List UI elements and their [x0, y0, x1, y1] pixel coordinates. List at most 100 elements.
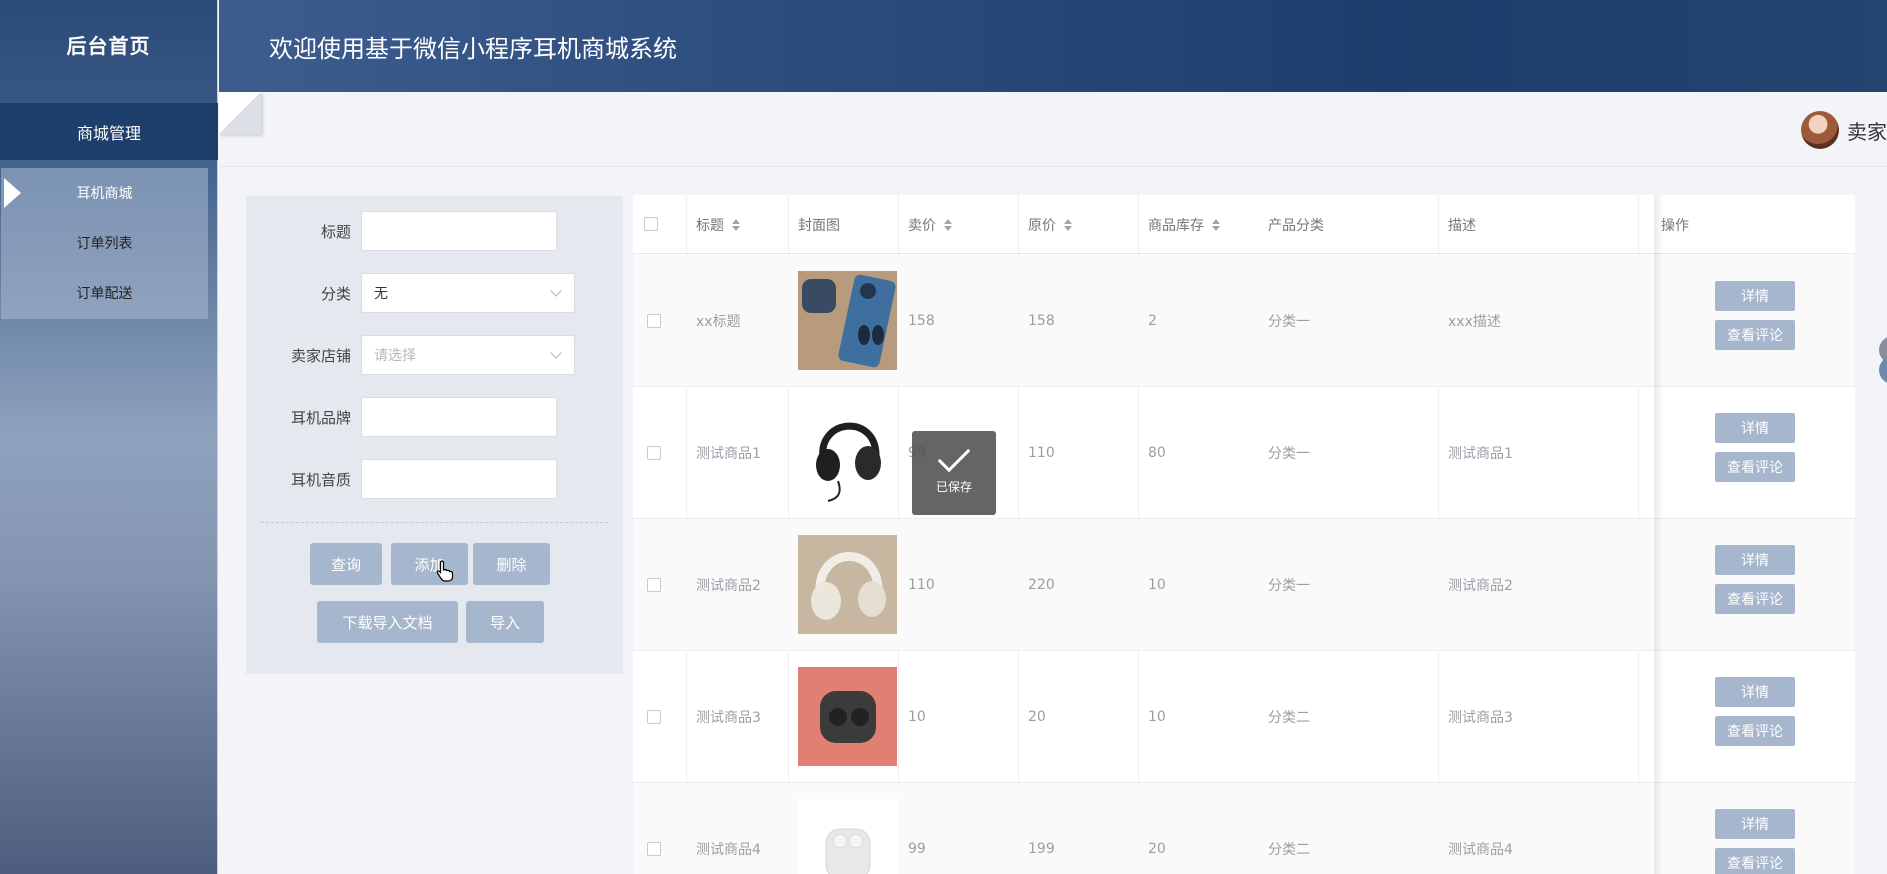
floating-widget-icon[interactable]	[1871, 330, 1887, 390]
sort-icon[interactable]	[944, 218, 952, 231]
view-reviews-button[interactable]: 查看评论	[1715, 716, 1795, 746]
cell-description: 测试商品1	[1448, 446, 1513, 462]
column-label: 封面图	[798, 217, 840, 234]
chevron-down-icon	[550, 285, 562, 297]
sidebar-item-order-list[interactable]: 订单列表	[1, 218, 208, 268]
row-checkbox[interactable]	[647, 710, 661, 724]
import-button[interactable]: 导入	[466, 601, 544, 643]
cell-title: 测试商品2	[696, 578, 761, 594]
shop-select[interactable]: 请选择	[361, 335, 575, 375]
white-earbuds-image[interactable]	[798, 799, 897, 874]
cell-original-price: 158	[1028, 313, 1055, 329]
delete-button[interactable]: 删除	[473, 543, 550, 585]
cell-title: 测试商品3	[696, 710, 761, 726]
sidebar-item-label: 耳机商城	[76, 186, 133, 202]
column-header-stock[interactable]: 商品库存	[1138, 195, 1220, 254]
filter-row-title: 标题	[246, 211, 623, 251]
title-input[interactable]	[361, 211, 557, 251]
column-label: 商品库存	[1148, 217, 1204, 234]
cell-stock: 10	[1148, 709, 1166, 725]
column-header-price[interactable]: 卖价	[898, 195, 952, 254]
row-checkbox[interactable]	[647, 446, 661, 460]
white-headphones-image[interactable]	[798, 535, 897, 634]
title-label: 标题	[320, 222, 351, 241]
cell-price: 110	[908, 577, 935, 593]
view-reviews-button[interactable]: 查看评论	[1715, 584, 1795, 614]
toast-text: 已保存	[935, 479, 972, 494]
column-header-cover: 封面图	[788, 195, 840, 254]
column-header-description: 描述	[1438, 195, 1476, 254]
detail-button[interactable]: 详情	[1715, 413, 1795, 443]
cell-stock: 80	[1148, 445, 1166, 461]
select-all-checkbox[interactable]	[644, 217, 658, 231]
sort-icon[interactable]	[1212, 218, 1220, 231]
divider	[261, 522, 608, 523]
sidebar-item-order-delivery[interactable]: 订单配送	[1, 268, 208, 318]
page-title: 欢迎使用基于微信小程序耳机商城系统	[269, 34, 677, 63]
cell-category: 分类二	[1268, 710, 1310, 726]
cell-title: 测试商品4	[696, 842, 761, 858]
cell-category: 分类一	[1268, 314, 1310, 330]
column-label: 描述	[1448, 217, 1476, 234]
brand-label: 耳机品牌	[290, 408, 351, 427]
category-select[interactable]: 无	[361, 273, 575, 313]
table-row: 测试商品3 10 20 10 分类二 测试商品3 详情 查看评论	[633, 651, 1855, 783]
hand-cursor-icon	[436, 560, 454, 582]
detail-button[interactable]: 详情	[1715, 545, 1795, 575]
sidebar-item-label: 订单配送	[76, 286, 133, 302]
cell-category: 分类一	[1268, 446, 1310, 462]
product-table: 标题 封面图 卖价 原价 商品库存 产品分类 描述 操作 xx标题 158 15…	[633, 195, 1855, 874]
brand-input[interactable]	[361, 397, 557, 437]
detail-button[interactable]: 详情	[1715, 809, 1795, 839]
download-template-button[interactable]: 下载导入文档	[317, 601, 458, 643]
saved-toast: 已保存	[912, 431, 996, 515]
add-button[interactable]: 添加	[391, 543, 468, 585]
earbuds-case-image[interactable]	[798, 667, 897, 766]
column-label: 原价	[1028, 217, 1056, 234]
column-header-title[interactable]: 标题	[686, 195, 740, 254]
quality-input[interactable]	[361, 459, 557, 499]
view-reviews-button[interactable]: 查看评论	[1715, 452, 1795, 482]
cell-title: 测试商品1	[696, 446, 761, 462]
cell-original-price: 20	[1028, 709, 1046, 725]
sort-icon[interactable]	[732, 218, 740, 231]
collapse-toggle-icon[interactable]	[219, 92, 261, 134]
cell-category: 分类二	[1268, 842, 1310, 858]
table-row: 测试商品1 99 110 80 分类一 测试商品1 详情 查看评论	[633, 387, 1855, 519]
sort-icon[interactable]	[1064, 218, 1072, 231]
chevron-down-icon	[550, 347, 562, 359]
cell-stock: 20	[1148, 841, 1166, 857]
header: 欢迎使用基于微信小程序耳机商城系统	[219, 0, 1887, 92]
detail-button[interactable]: 详情	[1715, 281, 1795, 311]
menu-head-shop-management[interactable]: 商城管理	[0, 103, 218, 160]
user-name[interactable]: 卖家	[1847, 116, 1887, 145]
filter-row-category: 分类 无	[246, 273, 623, 313]
column-header-original-price[interactable]: 原价	[1018, 195, 1072, 254]
check-icon	[937, 439, 971, 472]
sidebar-item-headphone-shop[interactable]: 耳机商城	[1, 168, 208, 218]
query-button[interactable]: 查询	[310, 543, 382, 585]
view-reviews-button[interactable]: 查看评论	[1715, 848, 1795, 874]
column-header-category: 产品分类	[1258, 195, 1324, 254]
cell-description: xxx描述	[1448, 314, 1501, 330]
black-headphones-image[interactable]	[798, 403, 897, 502]
user-menu[interactable]: 卖家	[1801, 111, 1887, 149]
view-reviews-button[interactable]: 查看评论	[1715, 320, 1795, 350]
row-checkbox[interactable]	[647, 842, 661, 856]
row-checkbox[interactable]	[647, 578, 661, 592]
cell-description: 测试商品4	[1448, 842, 1513, 858]
sidebar-brand[interactable]: 后台首页	[0, 0, 217, 88]
cell-description: 测试商品3	[1448, 710, 1513, 726]
row-checkbox[interactable]	[647, 314, 661, 328]
earbuds-phone-image[interactable]	[798, 271, 897, 370]
column-label: 产品分类	[1268, 217, 1324, 234]
topbar: 卖家	[219, 92, 1887, 167]
detail-button[interactable]: 详情	[1715, 677, 1795, 707]
cell-stock: 2	[1148, 313, 1157, 329]
category-label: 分类	[320, 284, 351, 303]
shop-label: 卖家店铺	[290, 346, 351, 365]
cell-description: 测试商品2	[1448, 578, 1513, 594]
avatar[interactable]	[1801, 111, 1839, 149]
table-row: 测试商品2 110 220 10 分类一 测试商品2 详情 查看评论	[633, 519, 1855, 651]
submenu: 耳机商城 订单列表 订单配送	[1, 168, 208, 319]
